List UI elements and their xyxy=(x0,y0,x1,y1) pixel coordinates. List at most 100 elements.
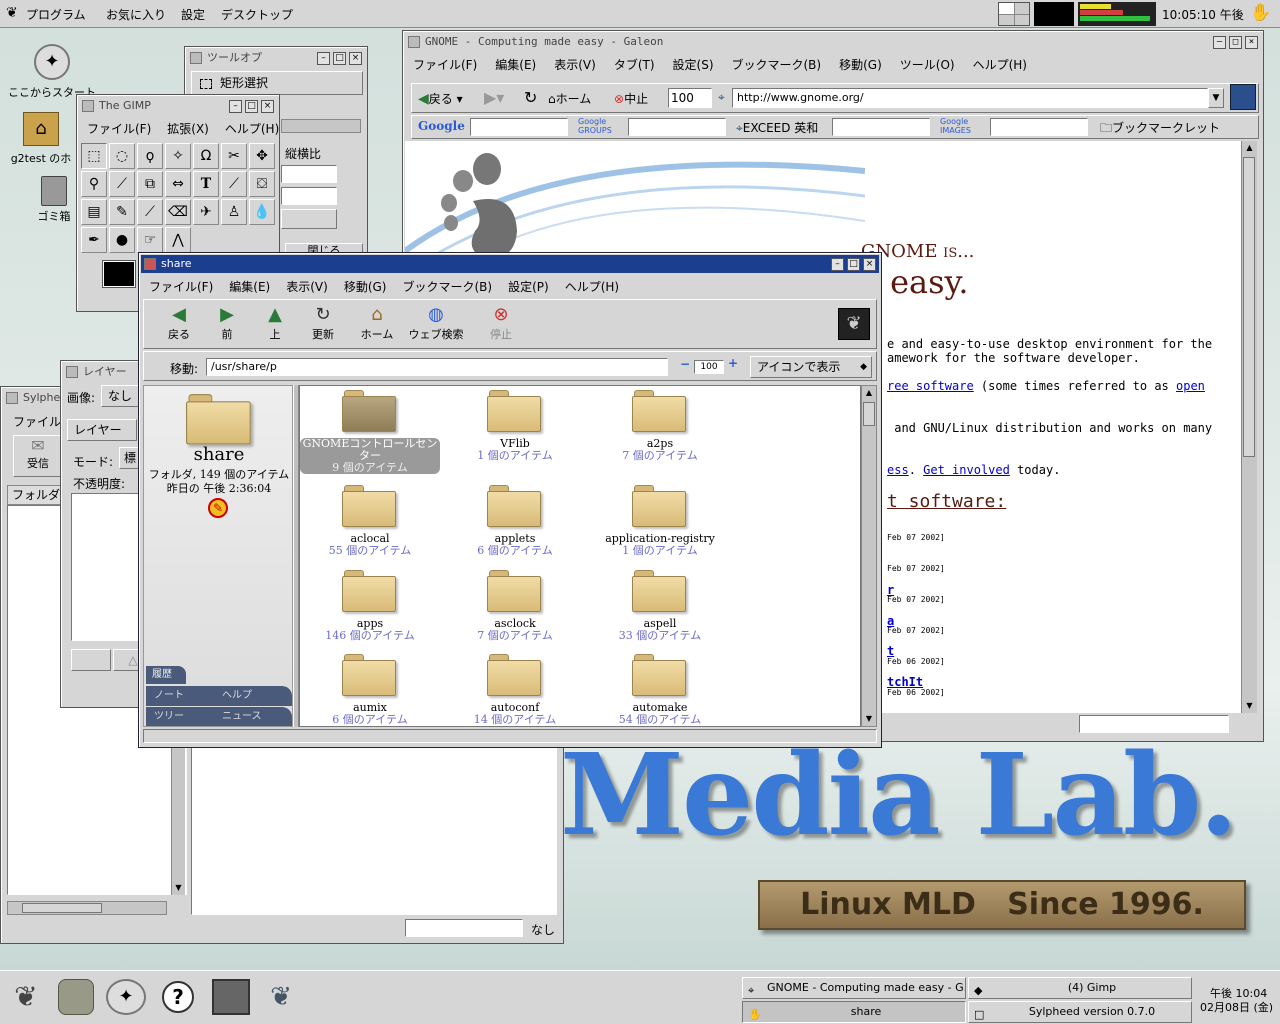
scroll-thumb[interactable] xyxy=(863,402,875,426)
sylpheed-file-menu[interactable]: ファイル xyxy=(13,413,61,430)
sidebar-tab-tree[interactable]: ツリー xyxy=(146,707,206,726)
galeon-menu-go[interactable]: 移動(G) xyxy=(839,56,882,73)
sidebar-tab-news[interactable]: ニュース xyxy=(206,707,292,726)
rect-select-tool-icon[interactable]: ⬚ xyxy=(81,143,107,169)
scroll-down-arrow[interactable]: ▼ xyxy=(1242,699,1257,713)
close-button[interactable]: × xyxy=(1245,36,1258,49)
bezier-tool-icon[interactable]: Ω xyxy=(193,143,219,169)
icon-view-scrollbar[interactable]: ▲ ▼ xyxy=(861,385,877,727)
task-galeon[interactable]: ⌖ GNOME - Computing made easy - G... xyxy=(742,977,966,999)
paintbrush-tool-icon[interactable]: ⟋ xyxy=(137,199,163,225)
clone-tool-icon[interactable]: ♙ xyxy=(221,199,247,225)
galeon-menu-file[interactable]: ファイル(F) xyxy=(413,56,477,73)
terminal-launcher-icon[interactable] xyxy=(58,979,94,1015)
web-search-button[interactable]: ◍ ウェブ検索 xyxy=(400,304,472,342)
press-link[interactable]: ess xyxy=(887,463,909,477)
new-layer-button[interactable] xyxy=(71,649,111,671)
url-input[interactable]: http://www.gnome.org/ xyxy=(732,88,1208,108)
view-mode-select[interactable]: アイコンで表示 ◆ xyxy=(750,356,872,378)
scroll-up-arrow[interactable]: ▲ xyxy=(862,386,876,400)
galeon-menu-tools[interactable]: ツール(O) xyxy=(900,56,955,73)
reload-icon[interactable]: ↻ xyxy=(524,88,537,107)
menu-favorites[interactable]: お気に入り xyxy=(106,6,166,23)
scroll-down-arrow[interactable]: ▼ xyxy=(172,881,185,895)
task-sylpheed[interactable]: □ Sylpheed version 0.7.0 xyxy=(968,1001,1192,1023)
task-share[interactable]: ✋ share xyxy=(742,1001,966,1023)
galeon-menu-settings[interactable]: 設定(S) xyxy=(673,56,714,73)
forward-button[interactable]: ▶ 前 xyxy=(202,304,252,342)
nautilus-menu-help[interactable]: ヘルプ(H) xyxy=(565,278,619,295)
gimp-titlebar[interactable]: The GIMP – □ × xyxy=(79,97,277,115)
get-involved-link[interactable]: Get involved xyxy=(923,463,1010,477)
icon-view[interactable]: GNOMEコントロールセンター 9 個のアイテム VFlib 1 個のアイテム a2ps… xyxy=(299,385,861,727)
ellipse-select-tool-icon[interactable]: ◌ xyxy=(109,143,135,169)
back-button[interactable]: ◀ 戻る xyxy=(154,304,204,342)
galeon-menu-view[interactable]: 表示(V) xyxy=(554,56,596,73)
nautilus-titlebar[interactable]: share – □ × xyxy=(141,255,879,273)
fg-color-swatch[interactable] xyxy=(102,260,136,288)
desktop-icon-start[interactable]: ✦ ここからスタート xyxy=(2,44,102,100)
gnome-foot-launcher-icon[interactable]: ❦ xyxy=(262,979,300,1015)
stop-button[interactable]: ⊗ 停止 xyxy=(476,304,526,342)
galeon-menu-edit[interactable]: 編集(E) xyxy=(495,56,536,73)
forward-button[interactable]: ▶▾ xyxy=(484,88,504,107)
close-button[interactable]: × xyxy=(863,258,876,271)
fuzzy-select-tool-icon[interactable]: ✧ xyxy=(165,143,191,169)
nautilus-menu-view[interactable]: 表示(V) xyxy=(286,278,328,295)
sidebar-tab-notes[interactable]: ノート xyxy=(146,686,206,706)
up-button[interactable]: ▲ 上 xyxy=(250,304,300,342)
dodge-tool-icon[interactable]: ● xyxy=(109,227,135,253)
scissors-tool-icon[interactable]: ✂ xyxy=(221,143,247,169)
exceed-input[interactable] xyxy=(832,118,930,136)
nautilus-menu-edit[interactable]: 編集(E) xyxy=(229,278,270,295)
close-button[interactable]: × xyxy=(349,52,362,65)
window-menu-icon[interactable] xyxy=(6,392,18,404)
nautilus-menu-file[interactable]: ファイル(F) xyxy=(149,278,213,295)
text-tool-icon[interactable]: T xyxy=(193,171,219,197)
minimize-button[interactable]: – xyxy=(1213,36,1226,49)
google-images-input[interactable] xyxy=(990,118,1088,136)
magnify-tool-icon[interactable]: ⚲ xyxy=(81,171,107,197)
tool-options-titlebar[interactable]: ツールオプ – □ × xyxy=(187,49,365,67)
back-button[interactable]: ◀戻る ▾ xyxy=(418,90,463,107)
compass-launcher-icon[interactable]: ✦ xyxy=(106,979,146,1015)
galeon-menu-tabs[interactable]: タブ(T) xyxy=(614,56,655,73)
task-gimp[interactable]: ◆ (4) Gimp xyxy=(968,977,1192,999)
menu-settings[interactable]: 設定 xyxy=(181,6,205,23)
stop-button[interactable]: ⊗中止 xyxy=(614,90,648,107)
nautilus-menu-go[interactable]: 移動(G) xyxy=(344,278,387,295)
galeon-menu-help[interactable]: ヘルプ(H) xyxy=(973,56,1027,73)
sidebar-tab-help[interactable]: ヘルプ xyxy=(206,686,292,706)
window-menu-icon[interactable] xyxy=(190,52,202,64)
ink-tool-icon[interactable]: ✒ xyxy=(81,227,107,253)
maximize-button[interactable]: □ xyxy=(333,52,346,65)
folder-tree-hscroll[interactable] xyxy=(7,901,167,915)
bucket-fill-tool-icon[interactable]: ⛋ xyxy=(249,171,275,197)
zoom-level[interactable]: 100 xyxy=(694,360,724,374)
window-menu-icon[interactable] xyxy=(66,366,78,378)
smudge-tool-icon[interactable]: ☞ xyxy=(137,227,163,253)
gimp-menu-help[interactable]: ヘルプ(H) xyxy=(225,120,279,137)
home-button[interactable]: ⌂ホーム xyxy=(548,90,591,107)
zoom-out-icon[interactable]: − xyxy=(680,357,690,371)
airbrush-tool-icon[interactable]: ✈ xyxy=(193,199,219,225)
zoom-in-icon[interactable]: + xyxy=(728,356,738,370)
reload-button[interactable]: ↻ 更新 xyxy=(298,304,348,342)
nautilus-menu-settings[interactable]: 設定(P) xyxy=(508,278,549,295)
maximize-button[interactable]: □ xyxy=(847,258,860,271)
monitor-launcher-icon[interactable] xyxy=(212,979,250,1015)
free-software-link[interactable]: ree software xyxy=(887,379,974,393)
open-source-link[interactable]: open xyxy=(1176,379,1205,393)
hand-icon[interactable]: ✋ xyxy=(1250,3,1271,23)
tab-layers[interactable]: レイヤー xyxy=(67,419,137,441)
nautilus-menu-bookmarks[interactable]: ブックマーク(B) xyxy=(402,278,492,295)
location-input[interactable]: /usr/share/p xyxy=(206,358,668,376)
zoom-spin[interactable]: 100 xyxy=(668,88,712,108)
receive-button[interactable]: ✉ 受信 xyxy=(13,435,63,477)
bookmarklet-folder[interactable]: 🗀ブックマークレット xyxy=(1100,119,1220,140)
gnome-foot-icon[interactable]: ❦ xyxy=(6,5,18,21)
scroll-thumb[interactable] xyxy=(1243,157,1255,457)
help-launcher-icon[interactable]: ? xyxy=(162,981,194,1013)
desktop-icon-home[interactable]: ⌂ g2test のホ xyxy=(6,112,76,168)
transform-tool-icon[interactable]: ⧉ xyxy=(137,171,163,197)
